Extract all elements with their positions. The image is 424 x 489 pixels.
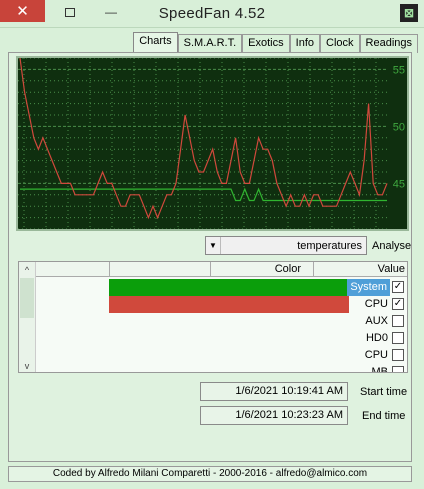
tab-clock[interactable]: Clock	[320, 34, 360, 53]
chevron-down-icon[interactable]: ▼	[206, 237, 221, 254]
end-time-label: End time	[362, 410, 406, 422]
sensor-name: CPU	[364, 349, 388, 361]
sensor-name: System	[347, 279, 390, 296]
sensor-row[interactable]: MB	[109, 364, 407, 373]
title-bar: ✕ — SpeedFan 4.52 ⊠	[0, 0, 424, 28]
analyse-label: Analyse	[372, 240, 412, 252]
chart-svg: 55 50 45	[18, 58, 405, 229]
column-header-value[interactable]: Value	[313, 262, 407, 277]
sensor-checkbox[interactable]	[392, 349, 404, 361]
status-bar: Coded by Alfredo Milani Comparetti - 200…	[8, 466, 412, 482]
app-icon: ⊠	[400, 4, 418, 22]
window-title: SpeedFan 4.52	[158, 5, 266, 22]
y-tick-label: 45	[393, 178, 405, 190]
temperature-chart: 55 50 45	[16, 56, 409, 231]
sensor-row[interactable]: HD0	[109, 330, 407, 347]
sensor-row[interactable]: CPU	[109, 347, 407, 364]
analyse-dropdown[interactable]: ▼ temperatures	[205, 236, 367, 255]
sensor-row[interactable]: CPU ✓	[109, 296, 407, 313]
sensor-name: AUX	[365, 315, 388, 327]
start-time-label: Start time	[360, 386, 408, 398]
y-tick-label: 50	[393, 121, 405, 133]
tab-s-m-a-r-t[interactable]: S.M.A.R.T.	[177, 34, 243, 53]
scroll-down-icon[interactable]: v	[19, 358, 35, 372]
tab-readings[interactable]: Readings	[359, 34, 418, 53]
sensor-checkbox[interactable]	[392, 332, 404, 344]
y-tick-label: 55	[393, 64, 405, 76]
scroll-thumb[interactable]	[20, 278, 34, 318]
scroll-up-icon[interactable]: ^	[19, 262, 35, 278]
sensor-checkbox[interactable]: ✓	[392, 298, 404, 310]
sensor-list[interactable]: Color Value ^ v System ✓ CPU ✓ AUX HD0 CPU MB	[18, 261, 408, 373]
sensor-checkbox[interactable]	[392, 366, 404, 372]
sensor-list-header: Color Value	[19, 262, 407, 277]
sensor-list-scrollbar[interactable]: ^ v	[19, 262, 36, 372]
sensor-name: MB	[371, 366, 389, 373]
column-header-blank[interactable]	[109, 262, 210, 277]
tab-strip: Readings Clock Info Exotics S.M.A.R.T. Charts	[133, 32, 418, 54]
sensor-checkbox[interactable]	[392, 315, 404, 327]
analyse-selected-value: temperatures	[297, 239, 362, 252]
sensor-row[interactable]: System ✓	[109, 279, 407, 296]
tab-charts[interactable]: Charts	[133, 32, 178, 54]
column-header-color[interactable]: Color	[210, 262, 313, 277]
sensor-checkbox[interactable]: ✓	[392, 281, 404, 293]
sensor-color-swatch[interactable]	[109, 279, 349, 296]
end-time-field[interactable]: 1/6/2021 10:23:23 AM	[200, 406, 348, 425]
start-time-field[interactable]: 1/6/2021 10:19:41 AM	[200, 382, 348, 401]
sensor-row[interactable]: AUX	[109, 313, 407, 330]
sensor-color-swatch[interactable]	[109, 296, 349, 313]
tab-info[interactable]: Info	[289, 34, 320, 53]
tab-exotics[interactable]: Exotics	[242, 34, 290, 53]
series-line-cpu	[19, 58, 388, 220]
sensor-name: CPU	[364, 298, 388, 310]
sensor-name: HD0	[365, 332, 388, 344]
